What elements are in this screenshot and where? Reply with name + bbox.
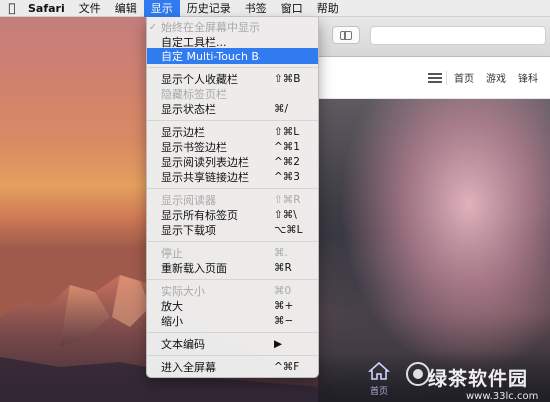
nav-link-home[interactable]: 首页 [454,70,474,85]
menu-item-actual-size: 实际大小 ⌘0 [161,285,292,298]
menu-bar:  Safari 文件 编辑 显示 历史记录 书签 窗口 帮助 [0,0,550,17]
menu-item-hide-tab-bar: 隐藏标签页栏 [161,88,227,101]
menu-history[interactable]: 历史记录 [180,0,238,17]
menu-help[interactable]: 帮助 [310,0,346,17]
menu-item-text-encoding[interactable]: 文本编码 ▶ [147,336,318,352]
nav-link-tech[interactable]: 锋科 [518,70,538,85]
menu-edit[interactable]: 编辑 [108,0,144,17]
menu-item-show-status-bar[interactable]: 显示状态栏 ⌘/ [147,101,318,117]
watermark-logo-icon [406,362,430,386]
watermark-text: 绿茶软件园 [428,368,529,390]
menu-item-show-sidebar[interactable]: 显示边栏 ⇧⌘L [147,124,318,140]
menu-item-show-downloads[interactable]: 显示下载项 ⌥⌘L [147,222,318,238]
hamburger-menu-icon[interactable] [428,72,442,83]
site-nav: 首页 游戏 锋科 [318,57,550,99]
menu-item-show-reading-list-sidebar[interactable]: 显示阅读列表边栏 ^⌘2 [147,154,318,170]
menu-separator [147,241,318,242]
menu-separator [147,279,318,280]
menu-window[interactable]: 窗口 [274,0,310,17]
hero-image [318,99,550,402]
safari-toolbar [318,17,550,57]
menu-item-zoom-out[interactable]: 缩小 ⌘− [147,313,318,329]
watermark-url: www.33lc.com [466,391,539,402]
safari-window: 首页 游戏 锋科 首页 绿茶软件园 www.33lc.com [318,17,550,402]
menu-item-show-favorites-bar[interactable]: 显示个人收藏栏 ⇧⌘B [147,71,318,87]
menu-separator [147,355,318,356]
view-menu-dropdown: ✓ 始终在全屏幕中显示工具栏 自定工具栏... 自定 Multi-Touch B… [146,17,319,378]
menu-item-show-reader: 显示阅读器 ⇧⌘R [161,194,301,207]
nav-link-games[interactable]: 游戏 [486,70,506,85]
apple-icon[interactable]:  [0,0,24,17]
sidebar-icon [340,31,352,40]
submenu-arrow-icon: ▶ [274,338,283,350]
menu-item-show-all-tabs[interactable]: 显示所有标签页 ⇧⌘\ [147,207,318,223]
menu-file[interactable]: 文件 [72,0,108,17]
menu-item-zoom-in[interactable]: 放大 ⌘+ [147,298,318,314]
address-bar[interactable] [370,26,546,45]
menu-safari[interactable]: Safari [24,0,72,17]
home-label[interactable]: 首页 [370,384,388,397]
menu-item-customize-touch-bar[interactable]: 自定 Multi-Touch Bar... [147,48,318,64]
home-icon[interactable] [368,360,390,382]
menu-separator [147,332,318,333]
menu-view[interactable]: 显示 [143,0,180,17]
menu-item-show-shared-links-sidebar[interactable]: 显示共享链接边栏 ^⌘3 [147,169,318,185]
menu-bookmarks[interactable]: 书签 [238,0,274,17]
checkmark-icon: ✓ [148,21,158,33]
menu-item-enter-full-screen[interactable]: 进入全屏幕 ^⌘F [147,359,318,375]
menu-separator [147,188,318,189]
menu-item-stop: 停止 ⌘. [161,247,288,260]
sidebar-toggle-button[interactable] [332,26,360,44]
menu-item-show-bookmarks-sidebar[interactable]: 显示书签边栏 ^⌘1 [147,139,318,155]
menu-separator [147,120,318,121]
menu-item-always-show-toolbar: ✓ 始终在全屏幕中显示工具栏 [148,21,260,34]
menu-separator [147,67,318,68]
menu-item-reload-page[interactable]: 重新载入页面 ⌘R [147,260,318,276]
